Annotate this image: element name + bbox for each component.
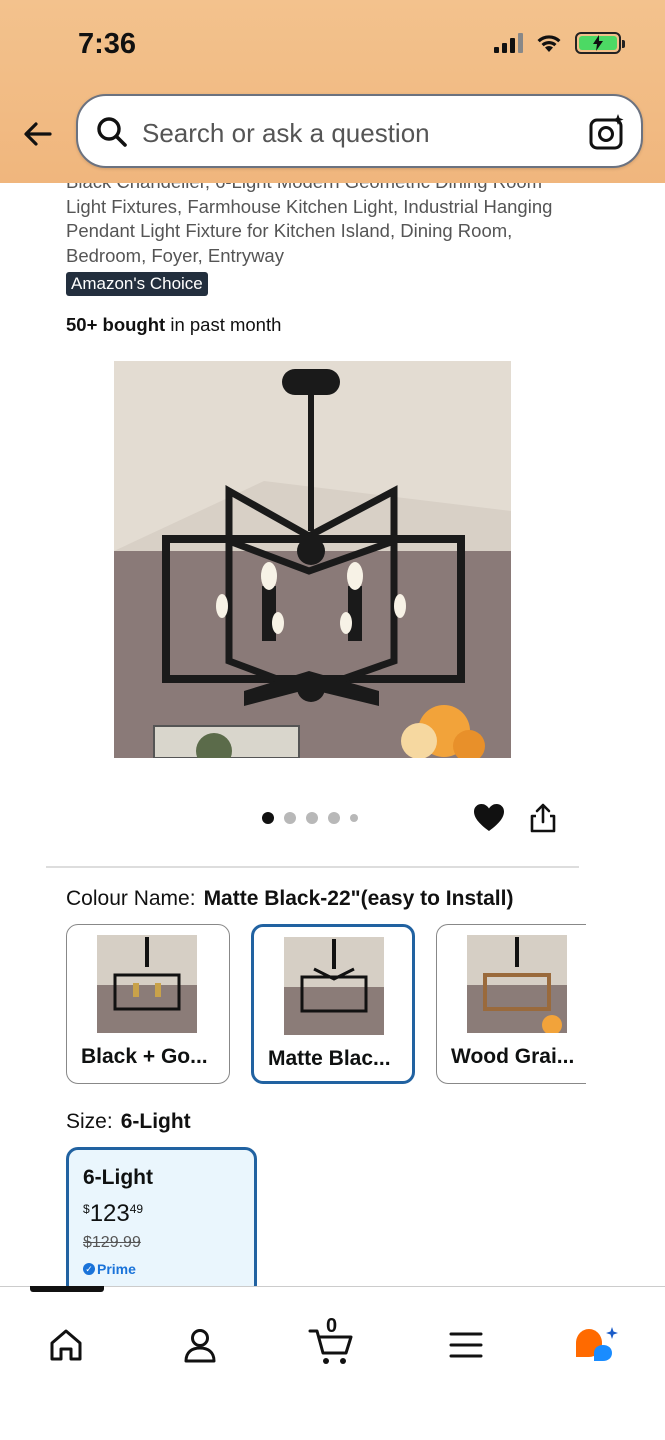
nav-menu[interactable]	[436, 1315, 496, 1375]
swatch-label: Matte Blac...	[268, 1047, 391, 1070]
size-label: Size:	[66, 1110, 113, 1133]
size-option-6-light[interactable]: 6-Light $12349 $129.99 ✓ Prime	[66, 1147, 257, 1297]
rufus-icon	[576, 1327, 618, 1361]
size-option-name: 6-Light	[83, 1166, 153, 1189]
header: 7:36 Search or ask a question	[0, 0, 665, 183]
wifi-icon	[537, 35, 561, 52]
prime-badge: ✓ Prime	[83, 1261, 136, 1277]
account-icon	[184, 1329, 216, 1363]
carousel-dot[interactable]	[262, 812, 274, 824]
swatch-thumbnail	[467, 935, 567, 1033]
bottom-navigation: 0	[0, 1286, 665, 1440]
heart-icon[interactable]	[472, 801, 506, 835]
swatch-thumbnail	[97, 935, 197, 1033]
share-icon[interactable]	[528, 802, 558, 834]
carousel-dot[interactable]	[306, 812, 318, 824]
swatch-label: Black + Go...	[81, 1045, 208, 1068]
product-image[interactable]	[114, 361, 511, 758]
prime-check-icon: ✓	[83, 1263, 95, 1275]
size-value: 6-Light	[120, 1110, 191, 1133]
colour-name-label: Colour Name:	[66, 887, 196, 910]
colour-option-wood-grain[interactable]: Wood Grai...	[436, 924, 586, 1084]
camera-lens-icon[interactable]	[587, 112, 627, 152]
battery-icon	[575, 32, 625, 54]
image-carousel-dots[interactable]	[262, 812, 358, 824]
nav-home[interactable]	[36, 1315, 96, 1375]
colour-name-row: Colour Name: Matte Black-22"(easy to Inst…	[66, 887, 513, 911]
bought-count: 50+ bought in past month	[66, 314, 282, 335]
back-arrow-icon[interactable]	[20, 116, 56, 152]
swatch-label: Wood Grai...	[451, 1045, 575, 1068]
status-time: 7:36	[78, 28, 137, 60]
status-icons	[494, 32, 625, 54]
colour-name-value: Matte Black-22"(easy to Install)	[203, 887, 514, 910]
colour-option-black-gold[interactable]: Black + Go...	[66, 924, 230, 1084]
search-input[interactable]: Search or ask a question	[142, 118, 430, 149]
home-icon	[50, 1329, 82, 1361]
cellular-signal-icon	[494, 33, 523, 53]
size-row: Size: 6-Light	[66, 1110, 191, 1134]
colour-option-matte-black[interactable]: Matte Blac...	[251, 924, 415, 1084]
amazons-choice-badge[interactable]: Amazon's Choice	[66, 272, 208, 296]
cart-count: 0	[326, 1315, 338, 1337]
chandelier-photo	[114, 361, 511, 758]
search-icon	[97, 117, 127, 147]
nav-rufus[interactable]	[566, 1315, 626, 1375]
swatch-thumbnail	[284, 937, 384, 1035]
carousel-dot[interactable]	[328, 812, 340, 824]
search-bar[interactable]: Search or ask a question	[76, 94, 643, 168]
nav-account[interactable]	[170, 1315, 230, 1375]
menu-icon	[449, 1332, 483, 1358]
carousel-dot[interactable]	[284, 812, 296, 824]
list-price: $129.99	[83, 1234, 141, 1251]
size-option-price: $12349	[83, 1200, 144, 1227]
carousel-dot[interactable]	[350, 814, 358, 822]
divider	[46, 866, 579, 868]
nav-cart[interactable]: 0	[302, 1315, 362, 1375]
active-tab-indicator	[30, 1286, 104, 1292]
product-title: Black Chandelier, 6-Light Modern Geometr…	[66, 171, 553, 266]
